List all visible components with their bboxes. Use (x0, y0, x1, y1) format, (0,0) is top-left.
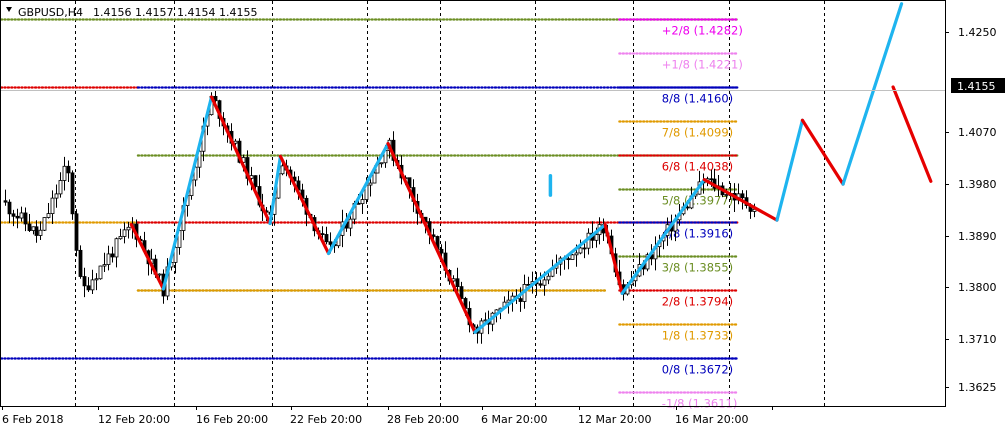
time-tick: 28 Feb 20:00 (387, 413, 459, 426)
time-tick: 6 Feb 2018 (2, 413, 63, 426)
murrey-level-label: -1/8 (1.3611) (662, 397, 738, 411)
candle-body (50, 197, 55, 215)
candle-body (98, 265, 103, 280)
price-tick: 1.4250 (958, 26, 997, 39)
candle-body (582, 247, 587, 250)
chart-window: +2/8 (1.4282) +1/8 (1.4221) 8/8 (1.4160) 7/… (0, 0, 1006, 431)
candle-body (94, 278, 99, 281)
candle-body (280, 165, 285, 175)
candle-body (106, 253, 111, 265)
candle-body (709, 178, 714, 181)
price-chart[interactable]: +2/8 (1.4282) +1/8 (1.4221) 8/8 (1.4160) 7/… (0, 0, 1006, 431)
candle-body (19, 212, 24, 219)
candle-body (15, 215, 20, 219)
candle-body (348, 218, 353, 229)
candle-body (66, 165, 71, 174)
candle-body (157, 273, 162, 276)
candle-body (110, 253, 115, 258)
candle-body (34, 226, 39, 236)
candle-body (42, 217, 47, 231)
chart-header: GBPUSD,H4 1.4156 1.4157 1.4154 1.4155 (6, 6, 257, 19)
price-tick: 1.3625 (958, 381, 997, 394)
candle-body (459, 286, 464, 299)
murrey-level-label: +2/8 (1.4282) (662, 24, 743, 38)
candle-body (102, 264, 107, 267)
candle-body (86, 285, 91, 291)
chart-background (0, 0, 1006, 431)
candle-body (82, 276, 87, 287)
candle-body (122, 229, 127, 237)
candle-body (114, 238, 119, 258)
candle-body (566, 258, 571, 261)
candle-body (3, 200, 8, 203)
candle-body (90, 279, 95, 291)
candle-body (356, 202, 361, 205)
candle-body (379, 162, 384, 165)
candle-body (360, 199, 365, 205)
ohlc-label: 1.4156 1.4157 1.4154 1.4155 (93, 6, 257, 19)
murrey-level-label: 6/8 (1.4038) (662, 160, 733, 174)
candle-body (455, 278, 460, 287)
time-tick: 22 Feb 20:00 (290, 413, 362, 426)
time-tick: 12 Mar 20:00 (578, 413, 651, 426)
candle-body (724, 194, 729, 196)
current-price-label: 1.4155 (957, 80, 996, 93)
candle-body (546, 275, 551, 281)
murrey-level-label: +1/8 (1.4221) (662, 58, 743, 72)
candle-body (46, 213, 51, 218)
candle-body (320, 233, 325, 235)
symbol-label: GBPUSD,H4 (18, 6, 83, 19)
candle-body (27, 223, 32, 231)
candle-body (324, 234, 329, 243)
murrey-level-label: 8/8 (1.4160) (662, 92, 733, 106)
candle-body (518, 298, 523, 302)
price-tick: 1.3710 (958, 333, 997, 346)
candle-body (11, 213, 16, 217)
candle-body (38, 229, 43, 236)
candle-body (542, 279, 547, 286)
candle-body (328, 241, 333, 245)
candle-body (74, 213, 79, 251)
murrey-level-label: 1/8 (1.3733) (662, 329, 733, 343)
candle-body (31, 226, 36, 231)
candle-body (439, 248, 444, 254)
candle-body (126, 226, 131, 231)
time-tick: 6 Mar 20:00 (481, 413, 547, 426)
candle-body (594, 234, 599, 241)
candle-body (368, 182, 373, 186)
murrey-level-label: 7/8 (1.4099) (662, 126, 733, 140)
candle-body (70, 172, 75, 215)
murrey-level-label: 2/8 (1.3794) (662, 295, 733, 309)
price-tick: 1.3890 (958, 230, 997, 243)
candle-body (253, 175, 258, 187)
murrey-level-label: 3/8 (1.3855) (662, 261, 733, 275)
candle-body (62, 165, 67, 181)
candle-body (570, 254, 575, 260)
time-tick: 16 Feb 20:00 (196, 413, 268, 426)
candle-body (538, 283, 543, 286)
candle-body (685, 206, 690, 209)
candle-body (578, 247, 583, 254)
price-tick: 1.3800 (958, 281, 997, 294)
candle-body (58, 180, 63, 195)
candle-body (118, 236, 123, 240)
current-price-badge: 1.4155 (951, 78, 1005, 93)
candle-body (7, 201, 12, 215)
time-tick: 16 Mar 20:00 (675, 413, 748, 426)
candle-body (372, 172, 377, 184)
candle-body (23, 212, 28, 225)
candle-body (54, 193, 59, 199)
price-tick: 1.4070 (958, 126, 997, 139)
price-tick: 1.3980 (958, 178, 997, 191)
candle-body (574, 252, 579, 256)
candle-body (78, 249, 83, 277)
candle-body (740, 193, 745, 199)
murrey-level-label: 0/8 (1.3672) (662, 363, 733, 377)
time-tick: 12 Feb 20:00 (98, 413, 170, 426)
